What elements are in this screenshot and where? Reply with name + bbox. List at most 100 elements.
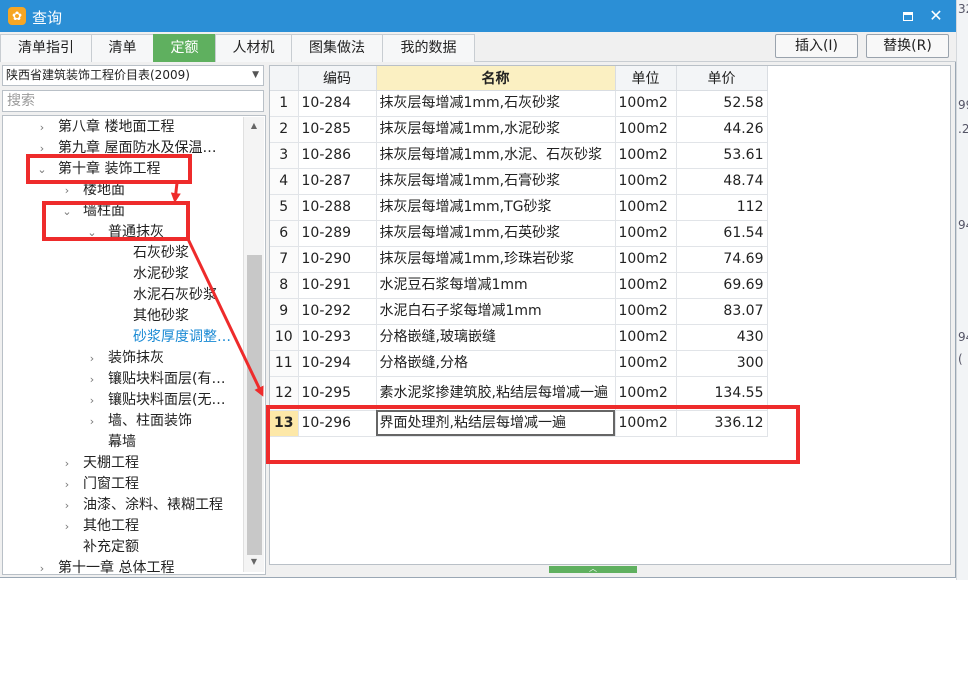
- cell-name: 水泥豆石浆每增减1mm: [376, 272, 616, 299]
- col-header-unit[interactable]: 单位: [615, 66, 677, 91]
- table-header: 编码 名称 单位 单价: [270, 66, 768, 91]
- tab-atlas-method[interactable]: 图集做法: [291, 34, 383, 62]
- tree-node-chapter-11[interactable]: 第十一章 总体工程: [58, 558, 174, 574]
- expand-icon[interactable]: ›: [85, 390, 99, 411]
- collapse-icon[interactable]: ⌄: [35, 159, 49, 180]
- app-logo-icon: ✿: [8, 7, 26, 25]
- insert-button[interactable]: 插入(I): [775, 34, 858, 58]
- cell-name[interactable]: 界面处理剂,粘结层每增减一遍: [376, 410, 616, 437]
- cell-unit: 100m2: [615, 376, 677, 411]
- tree-node-paint[interactable]: 油漆、涂料、裱糊工程: [83, 495, 223, 516]
- tree-node-wall-column[interactable]: 墙柱面: [83, 201, 125, 222]
- scroll-up-icon[interactable]: ▲: [244, 117, 264, 135]
- expand-icon[interactable]: ›: [60, 516, 74, 537]
- expand-icon[interactable]: ›: [35, 117, 49, 138]
- scroll-thumb[interactable]: [247, 255, 262, 555]
- expand-icon[interactable]: ›: [35, 558, 49, 574]
- expand-icon[interactable]: ›: [85, 369, 99, 390]
- table-row[interactable]: 11 10-294 分格嵌缝,分格 100m2 300: [270, 350, 768, 377]
- tree-node-curtain-wall[interactable]: 幕墙: [108, 432, 136, 453]
- tree-node-mortar-thickness[interactable]: 砂浆厚度调整…: [133, 327, 231, 348]
- tree-node-ceiling[interactable]: 天棚工程: [83, 453, 139, 474]
- tree-node-tile-without[interactable]: 镶贴块料面层(无…: [108, 390, 225, 411]
- tree-node-other-works[interactable]: 其他工程: [83, 516, 139, 537]
- background-app: [956, 0, 968, 580]
- col-header-price[interactable]: 单价: [676, 66, 768, 91]
- table-row[interactable]: 2 10-285 抹灰层每增减1mm,水泥砂浆 100m2 44.26: [270, 116, 768, 143]
- table-row[interactable]: 1 10-284 抹灰层每增减1mm,石灰砂浆 100m2 52.58: [270, 90, 768, 117]
- tab-labor-material[interactable]: 人材机: [215, 34, 292, 62]
- row-index: 3: [270, 142, 299, 169]
- cell-code: 10-294: [298, 350, 377, 377]
- expand-icon[interactable]: ›: [85, 411, 99, 432]
- background-text: 99: [958, 98, 968, 112]
- tree-node-lime-mortar[interactable]: 石灰砂浆: [133, 243, 189, 264]
- expand-icon[interactable]: ›: [60, 495, 74, 516]
- search-input[interactable]: [3, 91, 263, 111]
- collapse-icon[interactable]: ⌄: [85, 222, 99, 243]
- table-row[interactable]: 7 10-290 抹灰层每增减1mm,珍珠岩砂浆 100m2 74.69: [270, 246, 768, 273]
- cell-name: 水泥白石子浆每增减1mm: [376, 298, 616, 325]
- collapse-up-icon[interactable]: ︿: [549, 565, 637, 573]
- cell-unit: 100m2: [615, 142, 677, 169]
- table-row[interactable]: 5 10-288 抹灰层每增减1mm,TG砂浆 100m2 112: [270, 194, 768, 221]
- scroll-down-icon[interactable]: ▼: [244, 553, 264, 571]
- library-select[interactable]: 陕西省建筑装饰工程价目表(2009) ▼: [2, 65, 264, 86]
- tree-node-chapter-9[interactable]: 第九章 屋面防水及保温…: [58, 138, 216, 159]
- tree-node-decorative-plaster[interactable]: 装饰抹灰: [108, 348, 164, 369]
- expand-icon[interactable]: ›: [85, 348, 99, 369]
- row-index: 10: [270, 324, 299, 351]
- table-row[interactable]: 8 10-291 水泥豆石浆每增减1mm 100m2 69.69: [270, 272, 768, 299]
- table-row[interactable]: 12 10-295 素水泥浆掺建筑胶,粘结层每增减一遍 100m2 134.55: [270, 376, 768, 411]
- cell-name: 抹灰层每增减1mm,石英砂浆: [376, 220, 616, 247]
- quota-tree: › 第八章 楼地面工程 › 第九章 屋面防水及保温… ⌄ 第十章 装饰工程 › …: [2, 115, 266, 575]
- tree-node-chapter-8[interactable]: 第八章 楼地面工程: [58, 117, 174, 138]
- background-text: 32: [958, 2, 968, 16]
- tree-scrollbar[interactable]: ▲ ▼: [243, 117, 264, 572]
- background-text: .2: [958, 122, 968, 136]
- expand-icon[interactable]: ›: [60, 474, 74, 495]
- tab-bill[interactable]: 清单: [91, 34, 154, 62]
- tab-quota[interactable]: 定额: [153, 34, 216, 62]
- collapse-icon[interactable]: ⌄: [60, 201, 74, 222]
- table-row[interactable]: 6 10-289 抹灰层每增减1mm,石英砂浆 100m2 61.54: [270, 220, 768, 247]
- search-box[interactable]: [2, 90, 264, 112]
- row-index: 7: [270, 246, 299, 273]
- expand-icon[interactable]: ›: [60, 180, 74, 201]
- tree-node-supplement[interactable]: 补充定额: [83, 537, 139, 558]
- cell-code: 10-295: [298, 376, 377, 411]
- replace-button[interactable]: 替换(R): [866, 34, 949, 58]
- col-header-name[interactable]: 名称: [376, 66, 616, 91]
- tree-node-floor[interactable]: 楼地面: [83, 180, 125, 201]
- table-row[interactable]: 9 10-292 水泥白石子浆每增减1mm 100m2 83.07: [270, 298, 768, 325]
- col-header-code[interactable]: 编码: [298, 66, 377, 91]
- tree-node-wall-decoration[interactable]: 墙、柱面装饰: [108, 411, 192, 432]
- title-bar[interactable]: ✿ 查询 ✕: [0, 0, 956, 32]
- col-header-index[interactable]: [270, 66, 299, 91]
- expand-icon[interactable]: ›: [60, 453, 74, 474]
- tree-node-doors-windows[interactable]: 门窗工程: [83, 474, 139, 495]
- table-row[interactable]: 10 10-293 分格嵌缝,玻璃嵌缝 100m2 430: [270, 324, 768, 351]
- table-row[interactable]: 4 10-287 抹灰层每增减1mm,石膏砂浆 100m2 48.74: [270, 168, 768, 195]
- cell-price: 134.55: [676, 376, 768, 411]
- maximize-icon: [903, 11, 913, 21]
- tree-node-cement-lime-mortar[interactable]: 水泥石灰砂浆: [133, 285, 217, 306]
- tree-node-tile-with[interactable]: 镶贴块料面层(有…: [108, 369, 225, 390]
- tab-my-data[interactable]: 我的数据: [382, 34, 475, 62]
- close-button[interactable]: ✕: [926, 6, 946, 26]
- tree-node-chapter-10[interactable]: 第十章 装饰工程: [58, 159, 160, 180]
- tree-node-plain-plaster[interactable]: 普通抹灰: [108, 222, 164, 243]
- tree-node-other-mortar[interactable]: 其他砂浆: [133, 306, 189, 327]
- tree-node-cement-mortar[interactable]: 水泥砂浆: [133, 264, 189, 285]
- cell-price: 74.69: [676, 246, 768, 273]
- expand-icon[interactable]: ›: [35, 138, 49, 159]
- library-select-value: 陕西省建筑装饰工程价目表(2009): [6, 68, 190, 82]
- cell-price: 48.74: [676, 168, 768, 195]
- cell-price: 83.07: [676, 298, 768, 325]
- table-row[interactable]: 3 10-286 抹灰层每增减1mm,水泥、石灰砂浆 100m2 53.61: [270, 142, 768, 169]
- cell-code: 10-288: [298, 194, 377, 221]
- tab-bill-guide[interactable]: 清单指引: [0, 34, 92, 62]
- table-row-current[interactable]: 13 10-296 界面处理剂,粘结层每增减一遍 100m2 336.12: [270, 410, 768, 437]
- row-index: 9: [270, 298, 299, 325]
- maximize-button[interactable]: [898, 6, 918, 26]
